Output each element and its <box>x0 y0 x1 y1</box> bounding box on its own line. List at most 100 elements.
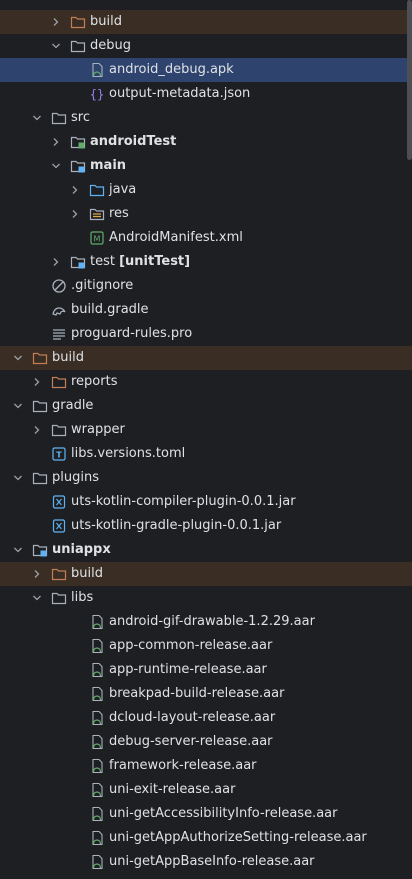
tree-item-label: debug-server-release.aar <box>109 730 273 754</box>
tree-item-name: breakpad-build-release.aar <box>109 686 285 701</box>
svg-text:{}: {} <box>90 88 104 102</box>
tree-row[interactable]: debug <box>0 34 412 58</box>
tree-item-label: uniappx <box>52 538 111 562</box>
tree-row[interactable]: src <box>0 106 412 130</box>
tree-item-label: build.gradle <box>71 298 149 322</box>
tree-row[interactable]: {} output-metadata.json <box>0 82 412 106</box>
gitignore-file-icon <box>51 278 67 294</box>
resource-folder-icon <box>89 206 105 222</box>
tree-item-label: libs.versions.toml <box>71 442 185 466</box>
tree-row[interactable]: androidTest <box>0 130 412 154</box>
folder-icon <box>32 470 48 486</box>
tree-row[interactable]: proguard-rules.pro <box>0 322 412 346</box>
chevron-down-icon[interactable] <box>31 586 43 610</box>
folder-icon <box>70 38 86 54</box>
chevron-right-icon[interactable] <box>50 10 62 34</box>
chevron-right-icon[interactable] <box>50 130 62 154</box>
tree-item-label: uni-getAccessibilityInfo-release.aar <box>109 802 337 826</box>
tree-row[interactable]: main <box>0 154 412 178</box>
tree-item-name: uni-getAccessibilityInfo-release.aar <box>109 806 338 821</box>
chevron-down-icon[interactable] <box>31 106 43 130</box>
svg-text:T: T <box>56 451 62 460</box>
tree-row[interactable]: plugins <box>0 466 412 490</box>
tree-item-name: wrapper <box>71 422 125 437</box>
tree-row[interactable]: uts-kotlin-gradle-plugin-0.0.1.jar <box>0 514 412 538</box>
chevron-down-icon[interactable] <box>50 154 62 178</box>
tree-item-label: dcloud-layout-release.aar <box>109 706 275 730</box>
tree-row[interactable]: framework-release.aar <box>0 754 412 778</box>
svg-text:M: M <box>94 235 101 244</box>
chevron-down-icon[interactable] <box>12 394 24 418</box>
tree-row[interactable]: gradle <box>0 394 412 418</box>
tree-row[interactable]: M AndroidManifest.xml <box>0 226 412 250</box>
tree-row[interactable]: uni-getAppBaseInfo-release.aar <box>0 850 412 874</box>
tree-row[interactable]: breakpad-build-release.aar <box>0 682 412 706</box>
chevron-right-icon[interactable] <box>31 370 43 394</box>
tree-row[interactable]: test [unitTest] <box>0 250 412 274</box>
jar-file-icon <box>51 494 67 510</box>
toml-file-icon: T <box>51 446 67 462</box>
tree-row[interactable]: build.gradle <box>0 298 412 322</box>
source-folder-icon <box>89 182 105 198</box>
tree-row[interactable]: .gitignore <box>0 274 412 298</box>
chevron-right-icon[interactable] <box>69 178 81 202</box>
tree-item-label: libs <box>71 586 93 610</box>
tree-row[interactable]: uni-getAppAuthorizeSetting-release.aar <box>0 826 412 850</box>
tree-row[interactable]: debug-server-release.aar <box>0 730 412 754</box>
vertical-scrollbar[interactable] <box>407 0 412 160</box>
tree-item-suffix: [unitTest] <box>119 254 191 269</box>
tree-item-name: src <box>71 110 90 125</box>
tree-row[interactable]: build <box>0 562 412 586</box>
tree-item-label: gradle <box>52 394 93 418</box>
chevron-down-icon[interactable] <box>12 538 24 562</box>
tree-item-label: breakpad-build-release.aar <box>109 682 284 706</box>
tree-item-label: android-gif-drawable-1.2.29.aar <box>109 610 315 634</box>
tree-item-name: main <box>90 158 127 173</box>
tree-item-name: uts-kotlin-compiler-plugin-0.0.1.jar <box>71 494 296 509</box>
tree-item-name: build.gradle <box>71 302 149 317</box>
tree-row[interactable]: uni-exit-release.aar <box>0 778 412 802</box>
chevron-right-icon[interactable] <box>31 418 43 442</box>
chevron-right-icon[interactable] <box>31 562 43 586</box>
aar-file-icon <box>89 758 105 774</box>
chevron-down-icon[interactable] <box>50 34 62 58</box>
tree-row[interactable]: libs <box>0 586 412 610</box>
tree-row[interactable]: app-common-release.aar <box>0 634 412 658</box>
tree-row[interactable]: Tlibs.versions.toml <box>0 442 412 466</box>
chevron-down-icon[interactable] <box>12 346 24 370</box>
tree-row[interactable]: app-runtime-release.aar <box>0 658 412 682</box>
tree-row[interactable]: dcloud-layout-release.aar <box>0 706 412 730</box>
tree-row[interactable]: build <box>0 10 412 34</box>
tree-item-name: java <box>109 182 137 197</box>
tree-row[interactable]: wrapper <box>0 418 412 442</box>
aar-file-icon <box>89 806 105 822</box>
chevron-down-icon[interactable] <box>12 466 24 490</box>
tree-row[interactable]: java <box>0 178 412 202</box>
test-module-folder-icon <box>70 134 86 150</box>
tree-item-label: uni-getAppAuthorizeSetting-release.aar <box>109 826 367 850</box>
tree-item-label: debug <box>90 34 131 58</box>
tree-item-name: debug <box>90 38 131 53</box>
tree-row[interactable]: build <box>0 346 412 370</box>
tree-item-name: build <box>71 566 103 581</box>
excluded-folder-icon <box>70 14 86 30</box>
tree-item-name: build <box>90 14 122 29</box>
tree-row[interactable]: android-gif-drawable-1.2.29.aar <box>0 610 412 634</box>
chevron-right-icon[interactable] <box>50 250 62 274</box>
tree-item-name: reports <box>71 374 118 389</box>
tree-item-label: AndroidManifest.xml <box>109 226 243 250</box>
tree-row[interactable]: reports <box>0 370 412 394</box>
tree-item-label: .gitignore <box>71 274 133 298</box>
tree-item-name: uni-exit-release.aar <box>109 782 236 797</box>
excluded-folder-icon <box>51 374 67 390</box>
tree-row[interactable]: res <box>0 202 412 226</box>
tree-row[interactable]: uniappx <box>0 538 412 562</box>
tree-item-name: android-gif-drawable-1.2.29.aar <box>109 614 315 629</box>
folder-icon <box>51 110 67 126</box>
tree-row[interactable]: uts-kotlin-compiler-plugin-0.0.1.jar <box>0 490 412 514</box>
tree-row[interactable]: android_debug.apk <box>0 58 412 82</box>
gradle-file-icon <box>51 302 67 318</box>
chevron-right-icon[interactable] <box>69 202 81 226</box>
tree-item-name: app-runtime-release.aar <box>109 662 267 677</box>
tree-row[interactable]: uni-getAccessibilityInfo-release.aar <box>0 802 412 826</box>
